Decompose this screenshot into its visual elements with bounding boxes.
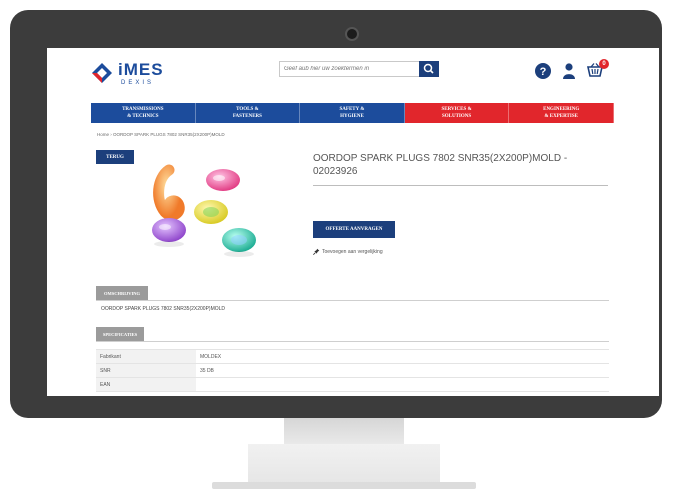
help-icon[interactable]: ? bbox=[534, 62, 552, 80]
pin-icon bbox=[313, 248, 320, 255]
request-quote-button[interactable]: OFFERTE AANVRAGEN bbox=[313, 221, 395, 238]
breadcrumb[interactable]: Home › OORDOP SPARK PLUGS 7802 SNR35(2X2… bbox=[97, 132, 225, 137]
logo-subtitle: DEXIS bbox=[121, 80, 155, 86]
tab-description[interactable]: OMSCHRIJVING bbox=[96, 286, 148, 300]
webcam-icon bbox=[345, 27, 359, 41]
nav-item-engineering[interactable]: ENGINEERING & EXPERTISE bbox=[509, 103, 614, 123]
specifications-divider bbox=[96, 341, 609, 342]
user-icon[interactable] bbox=[560, 62, 578, 80]
spec-key: SNR bbox=[96, 363, 196, 378]
monitor-stand-foot bbox=[212, 482, 476, 489]
svg-text:?: ? bbox=[540, 66, 547, 78]
add-to-compare-link[interactable]: Toevoegen aan vergelijking bbox=[313, 248, 383, 255]
main-navigation: TRANSMISSIONS & TECHNICS TOOLS & FASTENE… bbox=[91, 103, 614, 123]
spec-key: Fabrikant bbox=[96, 349, 196, 364]
diamond-logo-icon bbox=[92, 63, 112, 83]
nav-item-tools[interactable]: TOOLS & FASTENERS bbox=[195, 103, 301, 123]
back-button[interactable]: TERUG bbox=[96, 150, 134, 164]
table-row: Fabrikant MOLDEX bbox=[96, 349, 609, 364]
cart-count-badge: 0 bbox=[599, 59, 609, 69]
search-bar bbox=[279, 61, 439, 77]
spec-key: EAN bbox=[96, 377, 196, 392]
browser-screen: iMES DEXIS ? bbox=[47, 48, 659, 396]
search-input[interactable] bbox=[279, 61, 427, 77]
table-row: SNR 35 DB bbox=[96, 363, 609, 378]
description-text: OORDOP SPARK PLUGS 7802 SNR35(2X200P)MOL… bbox=[101, 306, 226, 312]
tab-specifications[interactable]: SPECIFICATIES bbox=[96, 327, 144, 341]
specifications-table: Fabrikant MOLDEX SNR 35 DB EAN bbox=[96, 349, 609, 392]
nav-item-services[interactable]: SERVICES & SOLUTIONS bbox=[404, 103, 510, 123]
spec-value: MOLDEX bbox=[196, 349, 609, 364]
search-button[interactable] bbox=[419, 61, 439, 77]
table-row: EAN bbox=[96, 377, 609, 392]
spec-value: 35 DB bbox=[196, 363, 609, 378]
monitor-stand-neck bbox=[284, 418, 404, 444]
product-title: OORDOP SPARK PLUGS 7802 SNR35(2X200P)MOL… bbox=[313, 153, 568, 177]
product-image bbox=[152, 164, 256, 257]
nav-item-transmissions[interactable]: TRANSMISSIONS & TECHNICS bbox=[91, 103, 196, 123]
description-divider bbox=[96, 300, 609, 301]
logo-name: iMES bbox=[118, 60, 164, 79]
monitor-stand-base bbox=[248, 444, 440, 484]
spec-value bbox=[196, 377, 609, 392]
monitor-frame: iMES DEXIS ? bbox=[10, 10, 662, 418]
nav-item-safety[interactable]: SAFETY & HYGIENE bbox=[300, 103, 405, 123]
add-to-compare-label: Toevoegen aan vergelijking bbox=[322, 248, 383, 255]
site-logo[interactable]: iMES DEXIS bbox=[91, 60, 181, 90]
title-divider bbox=[313, 185, 608, 186]
search-icon bbox=[423, 63, 434, 74]
